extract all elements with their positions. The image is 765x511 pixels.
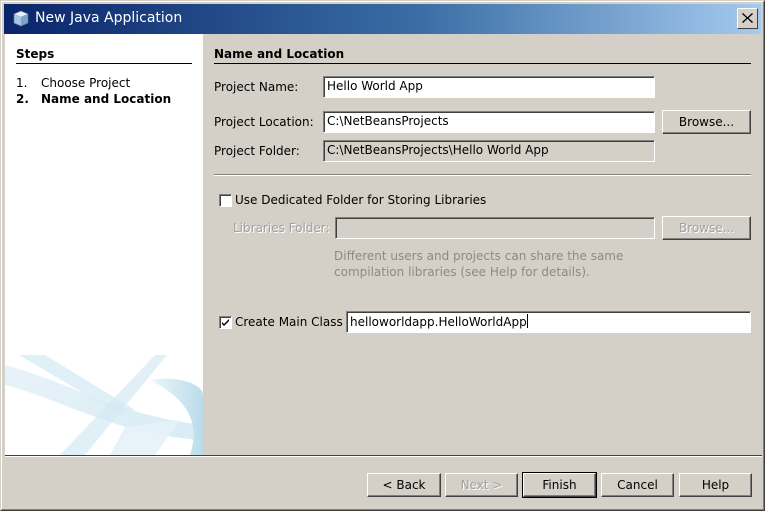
- section-divider: [214, 63, 751, 64]
- close-icon: [742, 12, 753, 26]
- next-button[interactable]: Next >: [445, 473, 518, 497]
- project-location-label: Project Location:: [214, 115, 314, 129]
- wizard-content: Name and Location Project Name: Hello Wo…: [203, 34, 763, 455]
- window-title: New Java Application: [35, 10, 183, 26]
- text-caret: [526, 314, 528, 328]
- dedicated-folder-checkbox[interactable]: [219, 194, 232, 207]
- libraries-hint-line1: Different users and projects can share t…: [334, 249, 624, 263]
- libraries-folder-input[interactable]: [335, 217, 655, 239]
- project-folder-field: C:\NetBeansProjects\Hello World App: [323, 140, 655, 162]
- create-main-class-checkbox[interactable]: [219, 316, 232, 329]
- dialog-window: New Java Application Steps 1. Choose Proj…: [0, 0, 765, 511]
- java-cube-icon: [13, 10, 29, 27]
- libraries-hint-line2: compilation libraries (see Help for deta…: [334, 265, 590, 279]
- browse-location-button[interactable]: Browse...: [662, 110, 751, 134]
- project-name-input[interactable]: Hello World App: [323, 76, 655, 98]
- step-label: Choose Project: [41, 76, 131, 90]
- back-button[interactable]: < Back: [367, 473, 441, 497]
- libraries-folder-label: Libraries Folder:: [233, 221, 330, 235]
- project-location-input[interactable]: C:\NetBeansProjects: [323, 111, 655, 133]
- finish-button[interactable]: Finish: [522, 472, 597, 498]
- project-name-label: Project Name:: [214, 80, 299, 94]
- title-bar[interactable]: New Java Application: [4, 4, 761, 34]
- dedicated-folder-label[interactable]: Use Dedicated Folder for Storing Librari…: [235, 193, 486, 207]
- footer-separator: [5, 455, 762, 457]
- create-main-class-label[interactable]: Create Main Class: [235, 315, 343, 329]
- section-heading: Name and Location: [214, 47, 345, 61]
- steps-panel: Steps 1. Choose Project 2. Name and Locati…: [5, 34, 203, 455]
- step-name-and-location: 2. Name and Location: [16, 92, 171, 106]
- checkmark-icon: [222, 319, 229, 326]
- step-choose-project: 1. Choose Project: [16, 76, 130, 90]
- step-number: 1.: [16, 76, 28, 90]
- separator: [214, 174, 751, 176]
- cancel-button[interactable]: Cancel: [601, 473, 674, 497]
- step-label: Name and Location: [41, 92, 172, 106]
- steps-heading: Steps: [16, 47, 55, 61]
- main-class-input[interactable]: helloworldapp.HelloWorldApp: [346, 311, 751, 333]
- project-folder-label: Project Folder:: [214, 144, 300, 158]
- step-number: 2.: [16, 92, 29, 106]
- help-button[interactable]: Help: [679, 473, 752, 497]
- browse-libraries-button[interactable]: Browse...: [662, 216, 751, 240]
- decorative-swoosh-graphic: [5, 355, 203, 455]
- steps-divider: [16, 63, 192, 64]
- main-class-value: helloworldapp.HelloWorldApp: [350, 315, 527, 329]
- close-button[interactable]: [737, 8, 758, 29]
